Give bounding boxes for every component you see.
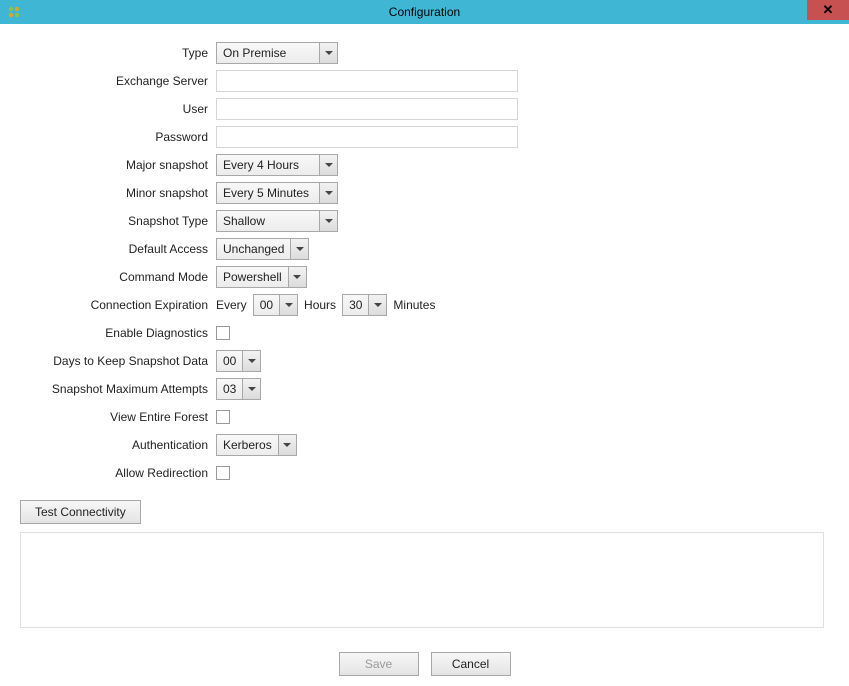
default-access-label: Default Access	[20, 242, 216, 256]
titlebar: Configuration ✕	[0, 0, 849, 24]
snapshot-type-label: Snapshot Type	[20, 214, 216, 228]
close-icon: ✕	[823, 2, 834, 18]
chevron-down-icon	[279, 295, 297, 315]
chevron-down-icon	[288, 267, 306, 287]
user-input[interactable]	[216, 98, 518, 120]
chevron-down-icon	[319, 43, 337, 63]
type-label: Type	[20, 46, 216, 60]
close-button[interactable]: ✕	[807, 0, 849, 20]
max-attempts-dropdown[interactable]: 03	[216, 378, 261, 400]
days-to-keep-label: Days to Keep Snapshot Data	[20, 354, 216, 368]
enable-diagnostics-label: Enable Diagnostics	[20, 326, 216, 340]
major-snapshot-dropdown[interactable]: Every 4 Hours	[216, 154, 338, 176]
command-mode-label: Command Mode	[20, 270, 216, 284]
major-snapshot-label: Major snapshot	[20, 158, 216, 172]
authentication-dropdown[interactable]: Kerberos	[216, 434, 297, 456]
type-value: On Premise	[217, 43, 319, 63]
minor-snapshot-value: Every 5 Minutes	[217, 183, 319, 203]
max-attempts-label: Snapshot Maximum Attempts	[20, 382, 216, 396]
configuration-window: Configuration ✕ Type On Premise Exchange…	[0, 0, 849, 676]
form-content: Type On Premise Exchange Server User Pas…	[0, 24, 849, 686]
view-forest-checkbox[interactable]	[216, 410, 230, 424]
connection-expiration-label: Connection Expiration	[20, 298, 216, 312]
output-textarea[interactable]	[20, 532, 824, 628]
minor-snapshot-dropdown[interactable]: Every 5 Minutes	[216, 182, 338, 204]
chevron-down-icon	[242, 351, 260, 371]
test-connectivity-button[interactable]: Test Connectivity	[20, 500, 141, 524]
command-mode-dropdown[interactable]: Powershell	[216, 266, 307, 288]
expiration-hours-dropdown[interactable]: 00	[253, 294, 298, 316]
exchange-server-label: Exchange Server	[20, 74, 216, 88]
view-forest-label: View Entire Forest	[20, 410, 216, 424]
save-button[interactable]: Save	[339, 652, 419, 676]
window-title: Configuration	[389, 5, 460, 19]
expiration-hours-label: Hours	[304, 298, 336, 312]
allow-redirection-label: Allow Redirection	[20, 466, 216, 480]
expiration-minutes-label: Minutes	[393, 298, 435, 312]
user-label: User	[20, 102, 216, 116]
authentication-label: Authentication	[20, 438, 216, 452]
expiration-hours-value: 00	[254, 295, 279, 315]
exchange-server-input[interactable]	[216, 70, 518, 92]
days-to-keep-value: 00	[217, 351, 242, 371]
days-to-keep-dropdown[interactable]: 00	[216, 350, 261, 372]
authentication-value: Kerberos	[217, 435, 278, 455]
major-snapshot-value: Every 4 Hours	[217, 155, 319, 175]
app-icon	[6, 4, 22, 20]
chevron-down-icon	[319, 155, 337, 175]
enable-diagnostics-checkbox[interactable]	[216, 326, 230, 340]
password-label: Password	[20, 130, 216, 144]
minor-snapshot-label: Minor snapshot	[20, 186, 216, 200]
chevron-down-icon	[319, 211, 337, 231]
allow-redirection-checkbox[interactable]	[216, 466, 230, 480]
expiration-minutes-value: 30	[343, 295, 368, 315]
max-attempts-value: 03	[217, 379, 242, 399]
chevron-down-icon	[278, 435, 296, 455]
cancel-button[interactable]: Cancel	[431, 652, 511, 676]
snapshot-type-dropdown[interactable]: Shallow	[216, 210, 338, 232]
default-access-dropdown[interactable]: Unchanged	[216, 238, 309, 260]
snapshot-type-value: Shallow	[217, 211, 319, 231]
default-access-value: Unchanged	[217, 239, 290, 259]
chevron-down-icon	[319, 183, 337, 203]
type-dropdown[interactable]: On Premise	[216, 42, 338, 64]
expiration-every-label: Every	[216, 298, 247, 312]
expiration-minutes-dropdown[interactable]: 30	[342, 294, 387, 316]
command-mode-value: Powershell	[217, 267, 288, 287]
chevron-down-icon	[242, 379, 260, 399]
chevron-down-icon	[368, 295, 386, 315]
chevron-down-icon	[290, 239, 308, 259]
password-input[interactable]	[216, 126, 518, 148]
